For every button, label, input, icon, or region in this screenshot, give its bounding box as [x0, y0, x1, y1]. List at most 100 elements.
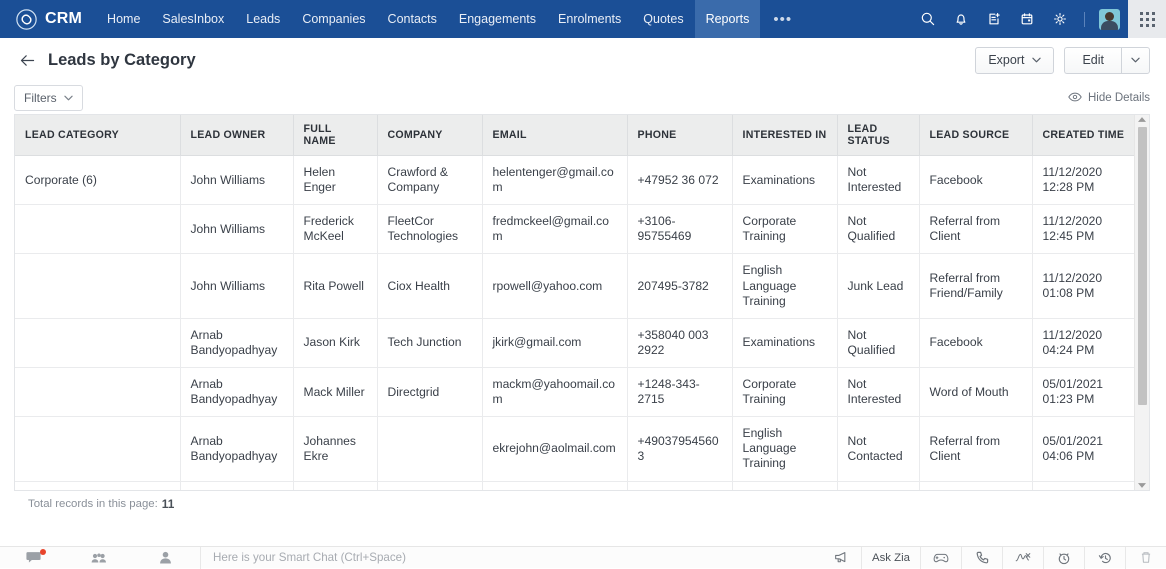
cell-created: 05/01/2021 04:06 PM	[1032, 417, 1135, 481]
nav-item-enrolments[interactable]: Enrolments	[547, 0, 632, 38]
column-header-lead-source[interactable]: LEAD SOURCE	[919, 115, 1032, 156]
cell-category: Retail (5)	[15, 481, 180, 490]
cell-company: Crawford & Company	[377, 156, 482, 205]
table-row[interactable]: John WilliamsFrederick McKeelFleetCor Te…	[15, 205, 1135, 254]
nav-more-icon[interactable]: •••	[760, 0, 805, 38]
contact-person-icon[interactable]	[132, 547, 198, 569]
smart-chat-input[interactable]: Here is your Smart Chat (Ctrl+Space)	[201, 551, 821, 564]
cell-status: Not Qualified	[837, 318, 919, 367]
column-header-full-name[interactable]: FULL NAME	[293, 115, 377, 156]
apps-grid-icon[interactable]	[1128, 0, 1166, 38]
cell-email: helentenger@gmail.com	[482, 156, 627, 205]
bell-icon[interactable]	[946, 0, 976, 38]
nav-item-companies[interactable]: Companies	[291, 0, 376, 38]
export-button[interactable]: Export	[975, 47, 1054, 74]
brand-name: CRM	[45, 10, 82, 28]
table-row[interactable]: John WilliamsRita PowellCiox Healthrpowe…	[15, 254, 1135, 318]
scrollbar-thumb[interactable]	[1138, 127, 1147, 405]
brand-logo[interactable]: CRM	[0, 0, 96, 38]
cell-status: Not Contacted	[837, 417, 919, 481]
cell-status: Not Qualified	[837, 205, 919, 254]
ask-zia-button[interactable]: Ask Zia	[862, 547, 920, 569]
column-header-interested-in[interactable]: INTERESTED IN	[732, 115, 837, 156]
cell-category	[15, 254, 180, 318]
filters-button-label: Filters	[24, 91, 57, 105]
nav-item-quotes[interactable]: Quotes	[632, 0, 694, 38]
gear-icon[interactable]	[1045, 0, 1075, 38]
search-icon[interactable]	[913, 0, 943, 38]
table-row[interactable]: Arnab BandyopadhyayJohannes Ekreekrejohn…	[15, 417, 1135, 481]
cell-phone: +358040 003 2922	[627, 318, 732, 367]
column-header-lead-status[interactable]: LEAD STATUS	[837, 115, 919, 156]
hide-details-button[interactable]: Hide Details	[1068, 92, 1150, 105]
back-arrow-icon[interactable]	[14, 47, 40, 73]
recent-history-icon[interactable]	[1085, 547, 1125, 569]
cell-email: ekrejohn@aolmail.com	[482, 417, 627, 481]
group-chat-icon[interactable]	[66, 547, 132, 569]
nav-item-salesinbox[interactable]: SalesInbox	[151, 0, 235, 38]
cell-source: Facebook	[919, 156, 1032, 205]
nav-item-leads[interactable]: Leads	[235, 0, 291, 38]
cell-company: Ciox Health	[377, 254, 482, 318]
notification-dot	[40, 549, 46, 555]
cell-status: Not Interested	[837, 367, 919, 416]
cell-full-name[interactable]: Mack Miller	[293, 367, 377, 416]
chevron-down-icon	[1032, 57, 1041, 63]
column-header-lead-category[interactable]: LEAD CATEGORY	[15, 115, 180, 156]
chat-bubble-icon[interactable]	[0, 547, 66, 569]
column-header-email[interactable]: EMAIL	[482, 115, 627, 156]
table-vertical-scrollbar[interactable]	[1134, 115, 1149, 490]
scroll-up-arrow-icon[interactable]	[1135, 117, 1149, 122]
cell-created: 11/12/2020 12:38 PM	[1032, 481, 1135, 490]
add-note-icon[interactable]	[979, 0, 1009, 38]
edit-button[interactable]: Edit	[1064, 47, 1121, 74]
chevron-down-icon	[64, 95, 73, 101]
calendar-icon[interactable]	[1012, 0, 1042, 38]
game-controller-icon[interactable]	[921, 547, 961, 569]
filters-button[interactable]: Filters	[14, 85, 83, 111]
megaphone-icon[interactable]	[821, 547, 861, 569]
cell-email: mackm@yahoomail.com	[482, 367, 627, 416]
cell-interested-in: Corporate Training	[732, 367, 837, 416]
export-button-label: Export	[988, 53, 1024, 67]
table-row[interactable]: Arnab BandyopadhyayJason KirkTech Juncti…	[15, 318, 1135, 367]
table-row[interactable]: Corporate (6)John WilliamsHelen EngerCra…	[15, 156, 1135, 205]
edit-dropdown-button[interactable]	[1121, 47, 1150, 74]
timer-icon[interactable]	[1044, 547, 1084, 569]
cell-full-name[interactable]: Helen Enger	[293, 156, 377, 205]
column-header-company[interactable]: COMPANY	[377, 115, 482, 156]
cell-owner: John Williams	[180, 254, 293, 318]
cell-company: Directgrid	[377, 367, 482, 416]
table-row[interactable]: Retail (5)Arnab BandyopadhyayErich Batze…	[15, 481, 1135, 490]
column-header-phone[interactable]: PHONE	[627, 115, 732, 156]
cell-source: Referral from Client	[919, 205, 1032, 254]
avatar[interactable]	[1094, 0, 1124, 38]
cell-status: Not Contacted	[837, 481, 919, 490]
scroll-down-arrow-icon[interactable]	[1135, 483, 1149, 488]
chevron-down-icon	[1131, 57, 1140, 63]
cell-interested-in: Corporate Training	[732, 481, 837, 490]
column-header-lead-owner[interactable]: LEAD OWNER	[180, 115, 293, 156]
nav-item-home[interactable]: Home	[96, 0, 151, 38]
table-row[interactable]: Arnab BandyopadhyayMack MillerDirectgrid…	[15, 367, 1135, 416]
trash-icon[interactable]	[1126, 547, 1166, 569]
nav-item-reports[interactable]: Reports	[695, 0, 761, 38]
cell-created: 05/01/2021 01:23 PM	[1032, 367, 1135, 416]
cell-company	[377, 481, 482, 490]
nav-item-contacts[interactable]: Contacts	[377, 0, 448, 38]
total-records-value: 11	[162, 497, 174, 511]
cell-phone: +1248-343-2715	[627, 367, 732, 416]
cell-full-name[interactable]: Rita Powell	[293, 254, 377, 318]
edit-button-group: Edit	[1064, 47, 1150, 74]
cell-full-name[interactable]: Johannes Ekre	[293, 417, 377, 481]
call-icon[interactable]	[962, 547, 1002, 569]
signature-icon[interactable]	[1003, 547, 1043, 569]
cell-full-name[interactable]: Frederick McKeel	[293, 205, 377, 254]
bottom-status-bar: Here is your Smart Chat (Ctrl+Space) Ask…	[0, 546, 1166, 568]
nav-item-engagements[interactable]: Engagements	[448, 0, 547, 38]
filter-bar: Filters Hide Details	[0, 82, 1166, 114]
column-header-created-time[interactable]: CREATED TIME	[1032, 115, 1135, 156]
cell-full-name[interactable]: Jason Kirk	[293, 318, 377, 367]
top-navigation-bar: CRM Home SalesInbox Leads Companies Cont…	[0, 0, 1166, 38]
cell-full-name[interactable]: Erich Batz	[293, 481, 377, 490]
